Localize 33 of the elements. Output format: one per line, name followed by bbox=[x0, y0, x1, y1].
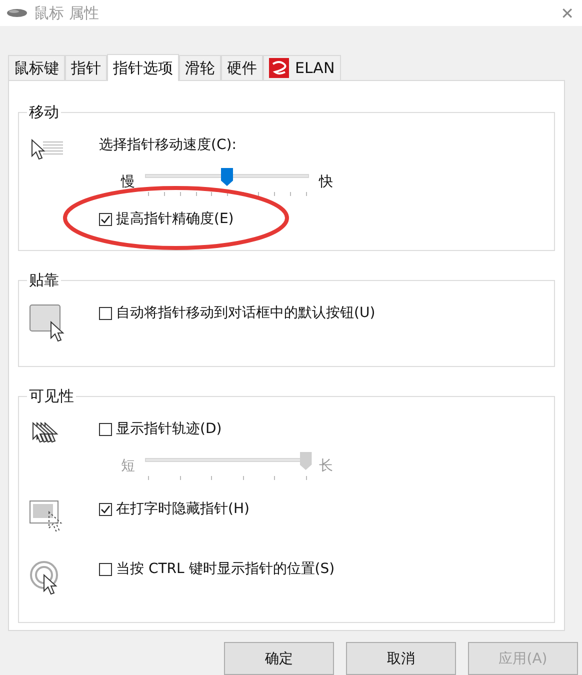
group-title: 可见性 bbox=[28, 387, 75, 406]
slider-min-label: 短 bbox=[121, 457, 135, 475]
mouse-icon bbox=[6, 8, 28, 18]
tab[interactable]: 鼠标键 bbox=[8, 55, 65, 80]
checkbox[interactable] bbox=[99, 562, 112, 576]
window-title: 鼠标 属性 bbox=[34, 4, 100, 23]
logo-icon bbox=[269, 58, 289, 78]
tab[interactable]: 硬件 bbox=[221, 55, 263, 80]
slider-label: 选择指针移动速度(C): bbox=[99, 136, 238, 154]
tab[interactable]: ELAN bbox=[263, 55, 341, 80]
checkbox[interactable] bbox=[99, 306, 112, 320]
checkbox-label[interactable]: 当按 CTRL 键时显示指针的位置(S) bbox=[116, 560, 335, 578]
slider-max-label: 长 bbox=[319, 457, 333, 475]
group-title: 贴靠 bbox=[28, 271, 60, 290]
checkbox[interactable] bbox=[99, 502, 112, 516]
checkbox-label[interactable]: 自动将指针移动到对话框中的默认按钮(U) bbox=[116, 304, 376, 322]
checkbox[interactable] bbox=[99, 212, 112, 226]
checkbox-label[interactable]: 提高指针精确度(E) bbox=[116, 210, 234, 228]
slider-track[interactable] bbox=[145, 452, 309, 480]
close-button[interactable]: ✕ bbox=[560, 4, 574, 23]
slider-track[interactable] bbox=[145, 168, 309, 196]
tab[interactable]: 指针选项 bbox=[107, 54, 179, 81]
group-title: 移动 bbox=[28, 103, 60, 122]
slider-max-label: 快 bbox=[319, 173, 333, 191]
checkbox-label[interactable]: 显示指针轨迹(D) bbox=[116, 420, 222, 438]
checkbox-label[interactable]: 在打字时隐藏指针(H) bbox=[116, 500, 250, 518]
tab[interactable]: 指针 bbox=[65, 55, 107, 80]
dialog-button[interactable]: 确定 bbox=[224, 642, 334, 675]
dialog-button[interactable]: 取消 bbox=[346, 642, 456, 675]
checkbox[interactable] bbox=[99, 422, 112, 436]
slider-min-label: 慢 bbox=[121, 173, 135, 191]
slider-thumb[interactable] bbox=[221, 168, 233, 186]
tab[interactable]: 滑轮 bbox=[179, 55, 221, 80]
